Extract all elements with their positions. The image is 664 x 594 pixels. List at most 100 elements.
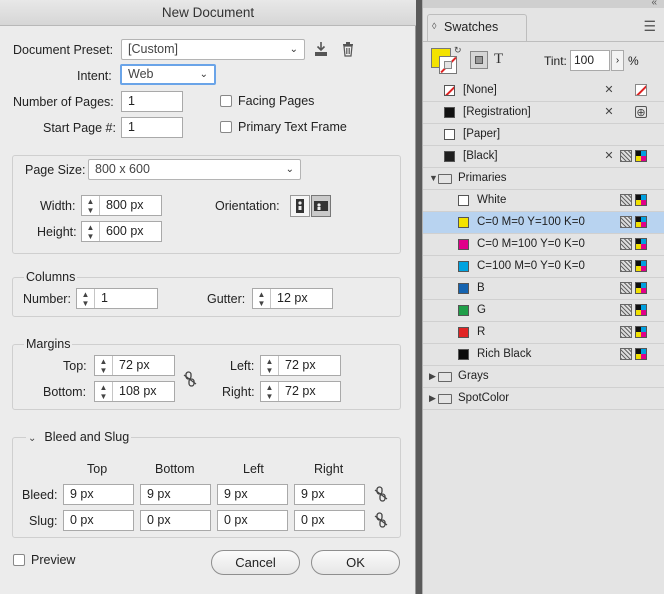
swatch-row[interactable]: [Paper] (423, 124, 664, 146)
cmyk-mode-icon (635, 304, 647, 316)
link-bleed-icon[interactable] (374, 486, 388, 505)
stepper-arrows-icon[interactable]: ▲ ▼ (253, 289, 271, 308)
process-color-icon (620, 348, 632, 360)
swatch-row[interactable]: [None] ✕ (423, 80, 664, 102)
ok-button[interactable]: OK (311, 550, 400, 575)
intent-dropdown[interactable]: Web ⌄ (120, 64, 216, 85)
swatch-row[interactable]: G (423, 300, 664, 322)
tab-swatches[interactable]: ◊ Swatches (427, 14, 527, 41)
swatch-row[interactable]: B (423, 278, 664, 300)
cancel-button[interactable]: Cancel (211, 550, 300, 575)
tint-slider-button[interactable]: › (611, 50, 624, 71)
formatting-affects-container-button[interactable] (470, 51, 488, 69)
swatch-row[interactable]: [Registration] ✕ ⊕ (423, 102, 664, 124)
swatch-row[interactable]: ▶ SpotColor (423, 388, 664, 410)
folder-collapsed-icon[interactable]: ▶ (429, 393, 436, 404)
bleed-slug-toggle[interactable]: ⌄ Bleed and Slug (26, 430, 132, 444)
bleed-right-field[interactable]: 9 px (294, 484, 365, 505)
swatch-color-chip (458, 217, 469, 228)
tint-input[interactable]: 100 (570, 50, 610, 71)
chevron-down-icon: ⌄ (199, 69, 208, 80)
dialog-title: New Document (0, 0, 416, 26)
portrait-icon (296, 199, 304, 213)
primary-text-frame-label: Primary Text Frame (238, 120, 347, 134)
start-page-label: Start Page #: (43, 121, 116, 135)
slug-bottom-field[interactable]: 0 px (140, 510, 211, 531)
gutter-stepper[interactable]: ▲ ▼ 12 px (252, 288, 333, 309)
margin-left-value: 72 px (285, 358, 316, 372)
chevron-down-icon: ⌄ (285, 164, 294, 175)
page-size-label: Page Size: (25, 163, 86, 177)
stepper-arrows-icon[interactable]: ▲ ▼ (82, 222, 100, 241)
swatch-row[interactable]: ▶ Grays (423, 366, 664, 388)
swatch-name: [Black] (463, 150, 498, 162)
link-slug-icon[interactable] (374, 512, 388, 531)
height-stepper[interactable]: ▲ ▼ 600 px (81, 221, 162, 242)
collapse-panel-icon[interactable]: « (651, 0, 657, 8)
start-page-field[interactable]: 1 (121, 117, 183, 138)
slug-left-field[interactable]: 0 px (217, 510, 288, 531)
bleed-header-top: Top (87, 462, 108, 476)
stepper-arrows-icon[interactable]: ▲ ▼ (261, 382, 279, 401)
process-color-icon (620, 150, 632, 162)
portrait-orientation-button[interactable] (290, 195, 310, 217)
stepper-arrows-icon[interactable]: ▲ ▼ (261, 356, 279, 375)
panel-menu-icon[interactable]: ☰ (643, 18, 656, 35)
bleed-bottom-field[interactable]: 9 px (140, 484, 211, 505)
stepper-arrows-icon[interactable]: ▲ ▼ (82, 196, 100, 215)
swatch-row[interactable]: C=100 M=0 Y=0 K=0 (423, 256, 664, 278)
swatch-row[interactable]: White (423, 190, 664, 212)
swatch-row[interactable]: R (423, 322, 664, 344)
swatch-name: [Paper] (463, 128, 501, 140)
swatch-name: White (477, 194, 507, 206)
save-preset-icon[interactable] (313, 41, 329, 60)
tint-unit: % (628, 54, 639, 68)
bleed-left-field[interactable]: 9 px (217, 484, 288, 505)
folder-collapsed-icon[interactable]: ▶ (429, 371, 436, 382)
intent-label: Intent: (77, 69, 112, 83)
preview-label: Preview (31, 553, 76, 567)
document-preset-dropdown[interactable]: [Custom] ⌄ (121, 39, 305, 60)
margin-bottom-label: Bottom: (43, 385, 87, 399)
swatch-row[interactable]: [Black] ✕ (423, 146, 664, 168)
swatch-row[interactable]: ▼ Primaries (423, 168, 664, 190)
stepper-arrows-icon[interactable]: ▲ ▼ (95, 356, 113, 375)
primary-text-frame-checkbox[interactable] (220, 121, 232, 133)
delete-preset-icon[interactable] (340, 41, 356, 60)
swatch-color-chip (458, 195, 469, 206)
swap-fill-stroke-icon[interactable]: ↻ (454, 45, 462, 56)
margin-right-stepper[interactable]: ▲ ▼ 72 px (260, 381, 341, 402)
stepper-arrows-icon[interactable]: ▲ ▼ (95, 382, 113, 401)
stroke-swatch[interactable] (439, 56, 457, 74)
width-stepper[interactable]: ▲ ▼ 800 px (81, 195, 162, 216)
facing-pages-label: Facing Pages (238, 94, 315, 108)
folder-expanded-icon[interactable]: ▼ (429, 173, 438, 183)
slug-right-field[interactable]: 0 px (294, 510, 365, 531)
swatch-row[interactable]: Rich Black (423, 344, 664, 366)
height-value: 600 px (106, 224, 144, 238)
process-color-icon (620, 326, 632, 338)
process-color-icon (620, 238, 632, 250)
landscape-orientation-button[interactable] (311, 195, 331, 217)
number-of-pages-field[interactable]: 1 (121, 91, 183, 112)
margin-bottom-stepper[interactable]: ▲ ▼ 108 px (94, 381, 175, 402)
margin-left-stepper[interactable]: ▲ ▼ 72 px (260, 355, 341, 376)
page-size-dropdown[interactable]: 800 x 600 ⌄ (88, 159, 301, 180)
swatch-row[interactable]: C=0 M=0 Y=100 K=0 (423, 212, 664, 234)
slug-top-field[interactable]: 0 px (63, 510, 134, 531)
stepper-arrows-icon[interactable]: ▲ ▼ (77, 289, 95, 308)
columns-number-stepper[interactable]: ▲ ▼ 1 (76, 288, 158, 309)
document-preset-value: [Custom] (128, 42, 179, 56)
swatch-row[interactable]: C=0 M=100 Y=0 K=0 (423, 234, 664, 256)
bleed-top-field[interactable]: 9 px (63, 484, 134, 505)
margin-top-stepper[interactable]: ▲ ▼ 72 px (94, 355, 175, 376)
preview-checkbox[interactable] (13, 554, 25, 566)
gutter-label: Gutter: (207, 292, 246, 306)
link-margins-icon[interactable] (183, 371, 197, 390)
facing-pages-checkbox[interactable] (220, 95, 232, 107)
swatch-name: Grays (458, 370, 489, 382)
width-value: 800 px (106, 198, 144, 212)
formatting-affects-text-button[interactable]: T (494, 51, 503, 68)
width-label: Width: (40, 199, 76, 213)
tint-label: Tint: (544, 54, 567, 68)
